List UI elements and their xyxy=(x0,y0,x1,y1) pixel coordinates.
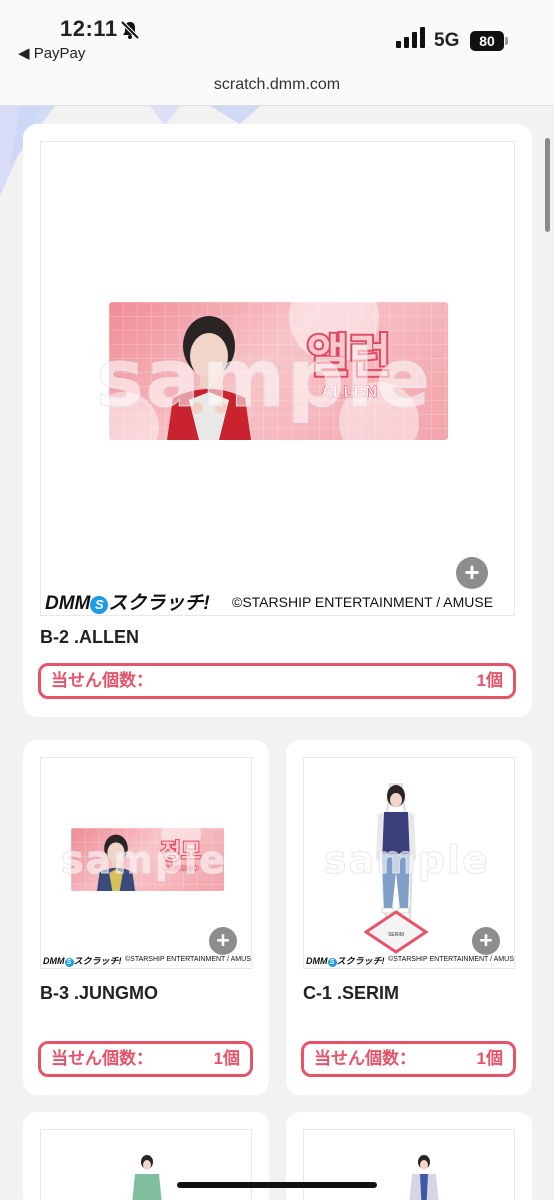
prize-card-b3[interactable]: 정모 JUNGMO sample + DMM S スクラッチ! ©STARSHIP … xyxy=(23,740,269,1095)
background-decoration-right xyxy=(150,106,260,126)
prize-image-frame[interactable]: 앨런 ALLEN sample + DMM S スクラッチ! ©STARSHIP E… xyxy=(40,141,515,616)
prize-card-b2[interactable]: 앨런 ALLEN sample + DMM S スクラッチ! ©STARSHIP E… xyxy=(23,124,532,717)
back-to-app-link[interactable]: ◀ PayPay xyxy=(18,44,85,62)
battery-tip xyxy=(505,37,508,45)
prize-count-label: 当せん個数： xyxy=(51,671,153,690)
acrylic-stand-image xyxy=(132,1155,162,1200)
prize-count-value: 1個 xyxy=(476,671,503,690)
stand-label: SERIM xyxy=(388,932,404,938)
dmm-scratch-logo: DMM S スクラッチ! xyxy=(45,593,210,614)
home-indicator[interactable] xyxy=(177,1182,377,1188)
prize-count-value: 1個 xyxy=(476,1049,503,1068)
network-type: 5G xyxy=(434,30,460,51)
dmm-scratch-logo: DMM S スクラッチ! xyxy=(306,956,385,967)
dmm-scratch-logo: DMM S スクラッチ! xyxy=(43,956,122,967)
prize-card-c1[interactable]: SERIM sample + DMM S スクラッチ! ©STARSHIP ENTE… xyxy=(286,740,532,1095)
prize-count-box: 当せん個数： 1個 xyxy=(38,663,516,699)
prize-title: C-1 .SERIM xyxy=(303,983,400,1003)
zoom-plus-button[interactable]: + xyxy=(209,927,237,955)
copyright-text: ©STARSHIP ENTERTAINMENT / AMUSE xyxy=(388,956,515,963)
prize-count-box: 当せん個数： 1個 xyxy=(38,1041,253,1077)
prize-image-frame[interactable] xyxy=(303,1129,515,1200)
prize-title: B-3 .JUNGMO xyxy=(40,983,159,1003)
logo-s-icon: S xyxy=(327,958,337,967)
prize-image-frame[interactable]: SERIM sample + DMM S スクラッチ! ©STARSHIP ENTE… xyxy=(303,757,515,969)
prize-image-frame[interactable]: 정모 JUNGMO sample + DMM S スクラッチ! ©STARSHIP … xyxy=(40,757,252,969)
prize-title: B-2 .ALLEN xyxy=(40,627,139,647)
logo-s-icon: S xyxy=(64,958,74,967)
sample-watermark: sample xyxy=(324,838,490,883)
prize-count-label: 当せん個数： xyxy=(314,1049,416,1068)
battery-icon: 80 xyxy=(470,31,504,51)
clock: 12:11 xyxy=(60,16,118,41)
prize-count-label: 当せん個数： xyxy=(51,1049,153,1068)
address-bar[interactable]: scratch.dmm.com xyxy=(0,70,554,106)
sample-watermark: sample xyxy=(61,838,227,883)
logo-s-icon: S xyxy=(90,596,109,614)
sample-watermark: sample xyxy=(96,332,432,426)
prize-count-box: 当せん個数： 1個 xyxy=(301,1041,516,1077)
cellular-signal-icon xyxy=(396,27,425,48)
status-bar: 12:11 ◀ PayPay 5G 80 xyxy=(0,0,554,70)
acrylic-stand-image xyxy=(409,1155,439,1200)
zoom-plus-button[interactable]: + xyxy=(472,927,500,955)
zoom-plus-button[interactable]: + xyxy=(456,557,488,589)
silent-bell-icon xyxy=(120,20,140,40)
copyright-text: ©STARSHIP ENTERTAINMENT / AMUSE xyxy=(232,594,494,610)
prize-count-value: 1個 xyxy=(213,1049,240,1068)
copyright-text: ©STARSHIP ENTERTAINMENT / AMUSE xyxy=(125,956,252,963)
prize-image-frame[interactable] xyxy=(40,1129,252,1200)
page-scrollbar[interactable] xyxy=(545,138,550,232)
url-text: scratch.dmm.com xyxy=(213,76,341,93)
